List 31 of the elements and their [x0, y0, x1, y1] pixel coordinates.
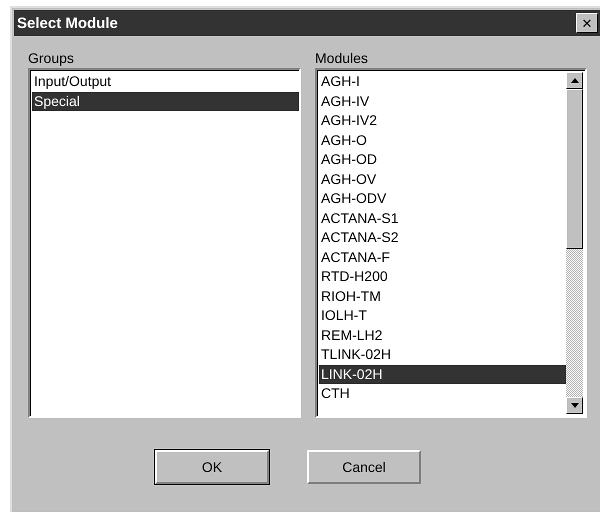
module-item[interactable]: RTD-H200 [319, 267, 566, 286]
scroll-thumb[interactable] [566, 89, 583, 249]
module-item[interactable]: RIOH-TM [319, 286, 566, 306]
group-item[interactable]: Special [32, 92, 299, 111]
module-item[interactable]: AGH-ODV [319, 189, 566, 208]
scroll-down-button[interactable] [566, 397, 583, 414]
module-item[interactable]: ACTANA-S1 [319, 208, 566, 228]
scroll-up-button[interactable] [566, 72, 583, 89]
module-item[interactable]: ACTANA-F [319, 248, 566, 267]
module-item[interactable]: LINK-02H [319, 364, 566, 384]
module-item[interactable]: AGH-I [319, 72, 566, 92]
dialog-button[interactable]: Cancel [307, 450, 421, 484]
module-item[interactable]: REM-LH2 [319, 326, 566, 345]
groups-label: Groups [28, 50, 75, 66]
module-item[interactable]: TLINK-02H [319, 345, 566, 364]
module-item[interactable]: AGH-O [319, 130, 566, 150]
group-item[interactable]: Input/Output [32, 72, 299, 92]
module-item[interactable]: AGH-IV2 [319, 111, 566, 130]
close-button[interactable]: ✕ [576, 13, 598, 33]
module-item[interactable]: AGH-IV [319, 92, 566, 111]
module-item[interactable]: AGH-OD [319, 150, 566, 170]
scroll-bar[interactable] [566, 72, 583, 414]
module-item[interactable]: ACTANA-S2 [319, 228, 566, 248]
window-title: Select Module [17, 14, 118, 32]
dialog-button[interactable]: OK [155, 450, 269, 484]
module-item[interactable]: IOLH-T [319, 306, 566, 326]
down-arrow-icon [570, 403, 578, 408]
module-item[interactable]: AGH-OV [319, 170, 566, 189]
up-arrow-icon [570, 78, 578, 83]
modules-label: Modules [315, 50, 369, 66]
module-item[interactable]: CTH [319, 384, 566, 404]
